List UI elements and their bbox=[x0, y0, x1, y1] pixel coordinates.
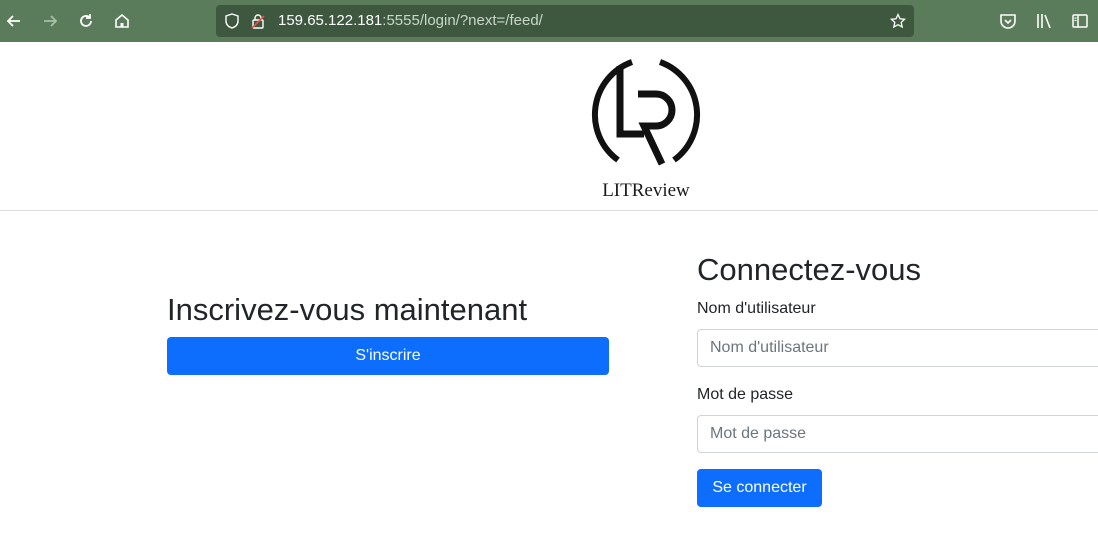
signup-button[interactable]: S'inscrire bbox=[167, 337, 609, 375]
brand-name: LITReview bbox=[602, 180, 690, 201]
url-path: :5555/login/?next=/feed/ bbox=[382, 12, 543, 29]
sidebar-icon[interactable] bbox=[1071, 12, 1089, 30]
password-input[interactable] bbox=[697, 415, 1098, 453]
browser-toolbar: 159.65.122.181:5555/login/?next=/feed/ bbox=[0, 0, 1098, 42]
back-button[interactable] bbox=[2, 9, 26, 33]
home-icon bbox=[115, 13, 129, 28]
login-button[interactable]: Se connecter bbox=[697, 469, 822, 507]
insecure-lock-icon[interactable] bbox=[250, 13, 266, 29]
library-icon[interactable] bbox=[1035, 12, 1053, 30]
reload-button[interactable] bbox=[74, 9, 98, 33]
username-input[interactable] bbox=[697, 329, 1098, 367]
forward-arrow-icon bbox=[44, 15, 58, 27]
password-label: Mot de passe bbox=[697, 386, 794, 403]
signup-title: Inscrivez-vous maintenant bbox=[167, 292, 528, 327]
shield-icon[interactable] bbox=[224, 13, 240, 29]
address-bar[interactable]: 159.65.122.181:5555/login/?next=/feed/ bbox=[216, 5, 914, 37]
back-arrow-icon bbox=[6, 15, 20, 27]
login-title: Connectez-vous bbox=[697, 252, 922, 287]
url-host: 159.65.122.181 bbox=[278, 12, 383, 29]
home-button[interactable] bbox=[110, 9, 134, 33]
reload-icon bbox=[80, 14, 92, 27]
url-text: 159.65.122.181:5555/login/?next=/feed/ bbox=[278, 12, 543, 29]
forward-button[interactable] bbox=[38, 9, 62, 33]
username-label: Nom d'utilisateur bbox=[697, 300, 816, 317]
bookmark-star-icon[interactable] bbox=[890, 13, 906, 29]
pocket-icon[interactable] bbox=[999, 12, 1017, 30]
litreview-logo[interactable] bbox=[582, 52, 710, 176]
site-header: LITReview bbox=[0, 42, 1098, 211]
